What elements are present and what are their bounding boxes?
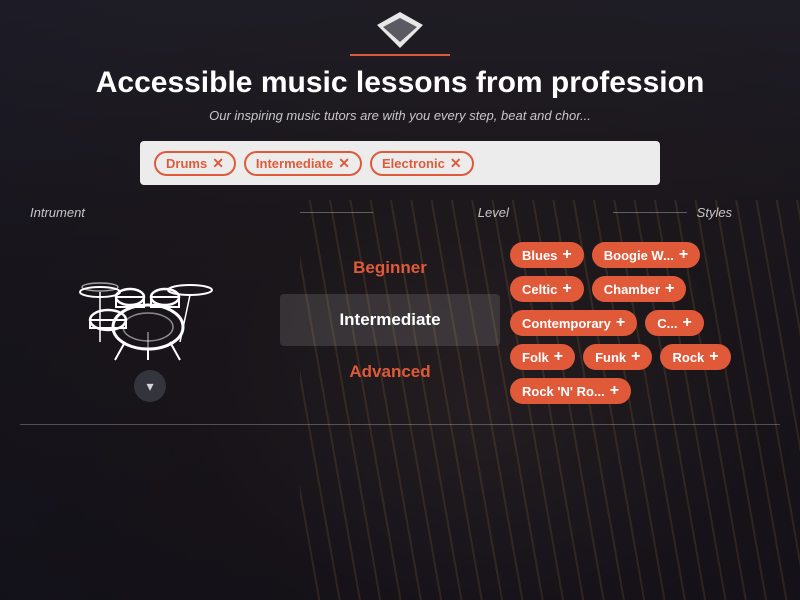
style-rock-n-ro-label: Rock 'N' Ro...: [522, 384, 605, 399]
style-tag-blues[interactable]: Blues +: [510, 242, 584, 268]
style-tag-celtic[interactable]: Celtic +: [510, 276, 584, 302]
filter-tag-drums-remove[interactable]: ✕: [212, 156, 224, 170]
style-contemporary-label: Contemporary: [522, 316, 611, 331]
logo-line: [350, 54, 450, 56]
styles-column-header: Styles: [697, 205, 770, 220]
columns-area: Intrument Level Styles: [0, 205, 800, 425]
level-column: Beginner Intermediate Advanced: [280, 232, 500, 408]
style-celtic-plus[interactable]: +: [562, 281, 571, 297]
three-columns: ▾ Beginner Intermediate Advanced Blues: [20, 232, 780, 414]
style-folk-plus[interactable]: +: [554, 349, 563, 365]
style-tag-rock[interactable]: Rock +: [660, 344, 730, 370]
hero-title: Accessible music lessons from profession: [76, 66, 725, 100]
styles-column: Blues + Boogie W... + Celtic + Chamber +…: [500, 232, 780, 414]
style-blues-plus[interactable]: +: [562, 247, 571, 263]
filter-tag-intermediate-remove[interactable]: ✕: [338, 156, 350, 170]
style-tag-rock-n-ro[interactable]: Rock 'N' Ro... +: [510, 378, 631, 404]
style-tag-folk[interactable]: Folk +: [510, 344, 575, 370]
level-advanced[interactable]: Advanced: [280, 346, 500, 398]
style-c2-label: C...: [657, 316, 677, 331]
filter-tag-electronic-remove[interactable]: ✕: [450, 156, 462, 170]
filter-tag-electronic[interactable]: Electronic ✕: [370, 151, 474, 176]
level-beginner-label: Beginner: [353, 258, 427, 277]
style-boogie-plus[interactable]: +: [679, 247, 688, 263]
filter-bar: Drums ✕ Intermediate ✕ Electronic ✕: [140, 141, 660, 185]
style-tag-contemporary[interactable]: Contemporary +: [510, 310, 637, 336]
style-contemporary-plus[interactable]: +: [616, 315, 625, 331]
divider-1: [300, 212, 373, 213]
filter-tag-intermediate[interactable]: Intermediate ✕: [244, 151, 362, 176]
instrument-down-arrow[interactable]: ▾: [134, 370, 166, 402]
level-intermediate[interactable]: Intermediate: [280, 294, 500, 346]
style-funk-label: Funk: [595, 350, 626, 365]
style-chamber-plus[interactable]: +: [665, 281, 674, 297]
style-tag-c2[interactable]: C... +: [645, 310, 704, 336]
column-headers: Intrument Level Styles: [20, 205, 780, 220]
style-rock-n-ro-plus[interactable]: +: [610, 383, 619, 399]
style-tag-boogie-w[interactable]: Boogie W... +: [592, 242, 700, 268]
style-chamber-label: Chamber: [604, 282, 660, 297]
filter-tag-drums[interactable]: Drums ✕: [154, 151, 236, 176]
level-intermediate-label: Intermediate: [339, 310, 440, 329]
level-beginner[interactable]: Beginner: [280, 242, 500, 294]
style-funk-plus[interactable]: +: [631, 349, 640, 365]
divider-2: [613, 212, 686, 213]
style-folk-label: Folk: [522, 350, 549, 365]
logo-icon: [375, 10, 425, 50]
level-advanced-label: Advanced: [349, 362, 430, 381]
style-rock-label: Rock: [672, 350, 704, 365]
style-celtic-label: Celtic: [522, 282, 557, 297]
style-blues-label: Blues: [522, 248, 557, 263]
down-arrow-icon: ▾: [146, 378, 153, 395]
drum-kit-icon: [70, 242, 230, 362]
bottom-divider: [20, 424, 780, 425]
instrument-column: ▾: [20, 232, 280, 412]
style-boogie-label: Boogie W...: [604, 248, 674, 263]
style-rock-plus[interactable]: +: [709, 349, 718, 365]
style-tag-funk[interactable]: Funk +: [583, 344, 652, 370]
filter-tag-intermediate-label: Intermediate: [256, 156, 333, 171]
style-c2-plus[interactable]: +: [682, 315, 691, 331]
logo-area: [350, 10, 450, 56]
level-column-header: Level: [383, 205, 603, 220]
filter-tag-drums-label: Drums: [166, 156, 207, 171]
filter-tag-electronic-label: Electronic: [382, 156, 445, 171]
style-tag-chamber[interactable]: Chamber +: [592, 276, 687, 302]
hero-subtitle: Our inspiring music tutors are with you …: [189, 108, 611, 123]
instrument-column-header: Intrument: [30, 205, 290, 220]
